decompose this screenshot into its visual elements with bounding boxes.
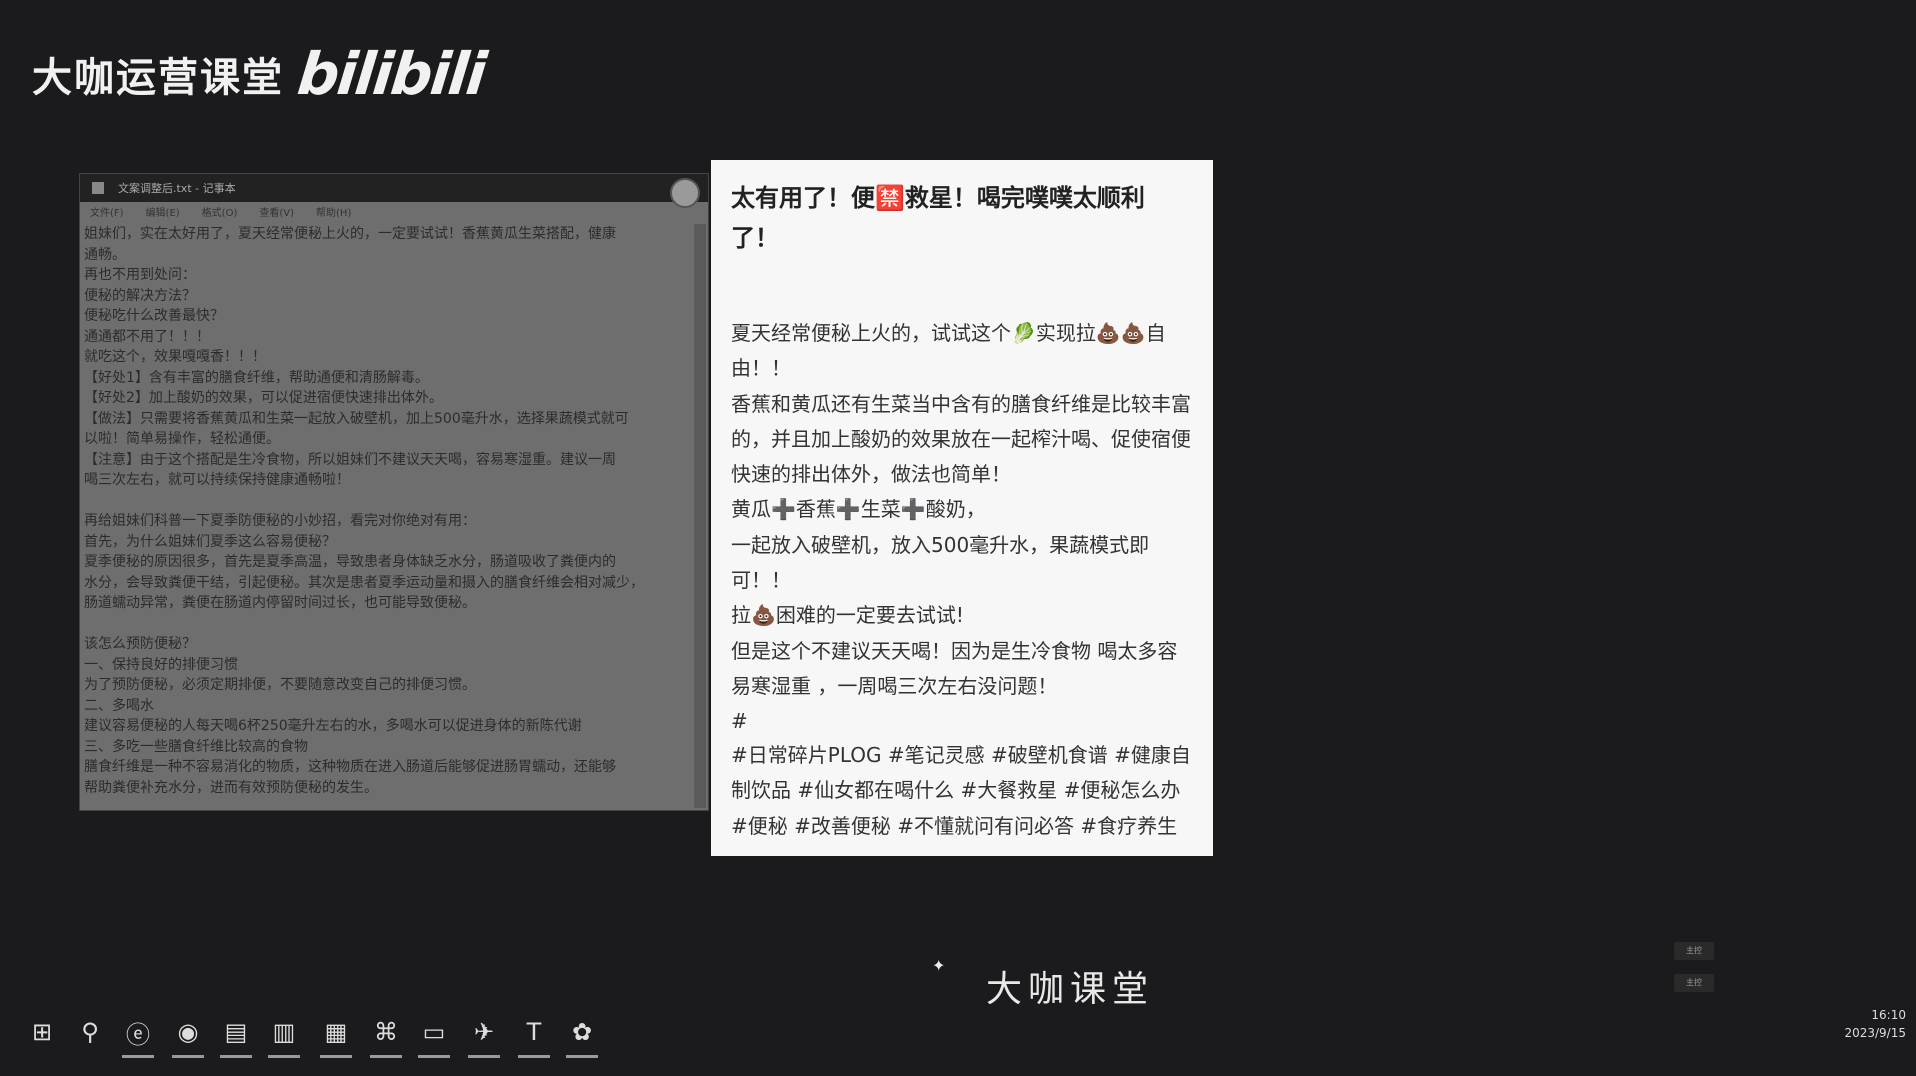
menu-edit[interactable]: 编辑(E) <box>146 204 180 222</box>
file-explorer-icon[interactable]: ▭ <box>414 1012 454 1058</box>
notepad-line: 姐妹们，实在太好用了，夏天经常便秘上火的，一定要试试！香蕉黄瓜生菜搭配，健康 <box>84 226 616 242</box>
notepad-line: 喝三次左右，就可以持续保持健康通畅啦！ <box>84 472 350 488</box>
notepad-scrollbar[interactable] <box>694 224 706 808</box>
notepad-line: 膳食纤维是一种不容易消化的物质，这种物质在进入肠道后能够促进肠胃蠕动，还能够 <box>84 759 616 775</box>
menu-help[interactable]: 帮助(H) <box>316 204 351 222</box>
menu-file[interactable]: 文件(F) <box>90 204 124 222</box>
post-tags[interactable]: #日常碎片PLOG #笔记灵感 #破壁机食谱 #健康自制饮品 #仙女都在喝什么 … <box>731 738 1193 844</box>
post-paragraph: 香蕉和黄瓜还有生菜当中含有的膳食纤维是比较丰富的，并且加上酸奶的效果放在一起榨汁… <box>731 391 1191 487</box>
notepad-line: 帮助粪便补充水分，进而有效预防便秘的发生。 <box>84 779 378 796</box>
sparkle-icon: ✦ <box>932 956 946 975</box>
float-label-1[interactable]: 主控 <box>1674 942 1714 960</box>
post-paragraph: 一起放入破壁机，放入500毫升水，果蔬模式即可！！ <box>731 532 1150 593</box>
app-icon-11[interactable]: ✿ <box>562 1012 602 1058</box>
notepad-line <box>84 491 684 512</box>
active-indicator <box>468 1055 500 1058</box>
post-paragraph: 但是这个不建议天天喝！因为是生冷食物 喝太多容易寒湿重 ，一周喝三次左右没问题！ <box>731 638 1178 698</box>
notepad-line: 三、多吃一些膳食纤维比较高的食物 <box>84 738 308 755</box>
post-card: 太有用了！便🈲救星！喝完噗噗太顺利了！ 夏天经常便秘上火的，试试这个🥬实现拉💩💩… <box>711 160 1213 856</box>
notepad-line: 建议容易便秘的人每天喝6杯250毫升左右的水，多喝水可以促进身体的新陈代谢 <box>84 718 582 734</box>
notepad-line: 以啦！简单易操作，轻松通便。 <box>84 431 280 447</box>
chrome-icon[interactable]: ◉ <box>168 1012 208 1058</box>
post-paragraph: 拉💩困难的一定要去试试! <box>731 603 964 628</box>
notepad-line: 便秘的解决方法？ <box>84 287 196 304</box>
notepad-line: 水分，会导致粪便干结，引起便秘。其次是患者夏季运动量和摄入的膳食纤维会相对减少， <box>84 574 644 591</box>
notepad-line: 该怎么预防便秘？ <box>84 636 196 652</box>
notepad-line: 一、保持良好的排便习惯 <box>84 656 238 673</box>
active-indicator <box>370 1055 402 1058</box>
notepad-line: 就吃这个，效果嘎嘎香！！！ <box>84 349 266 365</box>
post-paragraph: 夏天经常便秘上火的，试试这个🥬实现拉💩💩自由！！ <box>731 321 1166 381</box>
windows-start-icon[interactable]: ⊞ <box>22 1012 62 1052</box>
search-icon[interactable]: ⚲ <box>70 1012 110 1052</box>
menu-format[interactable]: 格式(O) <box>202 204 238 222</box>
notepad-line: 【做法】只需要将香蕉黄瓜和生菜一起放入破壁机，加上500毫升水，选择果蔬模式就可 <box>84 410 629 427</box>
active-indicator <box>122 1055 154 1058</box>
notepad-line: 【好处1】含有丰富的膳食纤维，帮助通便和清肠解毒。 <box>84 369 429 386</box>
notepad-line: 再给姐妹们科普一下夏季防便秘的小妙招，看完对你绝对有用： <box>84 513 476 529</box>
notepad-line: 【好处2】加上酸奶的效果，可以促进宿便快速排出体外。 <box>84 390 443 406</box>
brand-watermark: 大咖运营课堂 bilibili <box>32 40 488 108</box>
app-icon-7[interactable]: ⌘ <box>366 1012 406 1058</box>
post-paragraph: # <box>731 709 748 734</box>
notepad-line: 再也不用到处问： <box>84 267 196 283</box>
notepad-icon <box>92 182 104 194</box>
notepad-menubar: 文件(F) 编辑(E) 格式(O) 查看(V) 帮助(H) <box>82 204 702 222</box>
float-label-2[interactable]: 主控 <box>1674 974 1714 992</box>
notepad-line: 通畅。 <box>84 246 126 263</box>
notepad-line: 二、多喝水 <box>84 697 154 714</box>
active-indicator <box>418 1055 450 1058</box>
notepad-line: 首先，为什么姐妹们夏季这么容易便秘？ <box>84 533 336 550</box>
post-title: 太有用了！便🈲救星！喝完噗噗太顺利了！ <box>731 184 1145 252</box>
app-icon-4[interactable]: ▤ <box>216 1012 256 1058</box>
post-paragraph: 黄瓜➕香蕉➕生菜➕酸奶， <box>731 497 986 522</box>
active-indicator <box>172 1055 204 1058</box>
notepad-line <box>84 614 684 635</box>
notepad-line: 为了预防便秘，必须定期排便，不要随意改变自己的排便习惯。 <box>84 677 476 693</box>
active-indicator <box>220 1055 252 1058</box>
edge-icon[interactable]: ⓔ <box>118 1012 158 1058</box>
bilibili-logo: bilibili <box>294 40 488 108</box>
app-icon-6[interactable]: ▦ <box>316 1012 356 1058</box>
notepad-line: 便秘吃什么改善最快？ <box>84 308 224 324</box>
notepad-line: 肠道蠕动异常，粪便在肠道内停留时间过长，也可能导致便秘。 <box>84 595 476 611</box>
active-indicator <box>320 1055 352 1058</box>
notepad-line: 通通都不用了！！！ <box>84 328 210 345</box>
notepad-text-area[interactable]: 姐妹们，实在太好用了，夏天经常便秘上火的，一定要试试！香蕉黄瓜生菜搭配，健康 通畅… <box>84 224 684 804</box>
notepad-titlebar[interactable]: 文案调整后.txt - 记事本 <box>80 174 708 202</box>
feishu-icon[interactable]: ✈ <box>464 1012 504 1058</box>
post-body: 夏天经常便秘上火的，试试这个🥬实现拉💩💩自由！！ 香蕉和黄瓜还有生菜当中含有的膳食… <box>731 316 1193 740</box>
text-app-icon[interactable]: T <box>514 1012 554 1058</box>
active-indicator <box>566 1055 598 1058</box>
system-clock[interactable]: 16:10 2023/9/15 <box>1844 1006 1906 1042</box>
active-indicator <box>268 1055 300 1058</box>
menu-view[interactable]: 查看(V) <box>259 204 294 222</box>
app-icon-5[interactable]: ▥ <box>264 1012 304 1058</box>
brand-name: 大咖运营课堂 <box>32 55 284 101</box>
clock-date: 2023/9/15 <box>1844 1026 1906 1040</box>
notepad-line: 【注意】由于这个搭配是生冷食物，所以姐妹们不建议天天喝，容易寒湿重。建议一周 <box>84 451 616 468</box>
notepad-title: 文案调整后.txt - 记事本 <box>118 182 236 195</box>
active-indicator <box>518 1055 550 1058</box>
notepad-line: 夏季便秘的原因很多，首先是夏季高温，导致患者身体缺乏水分，肠道吸收了粪便内的 <box>84 554 616 570</box>
clock-time: 16:10 <box>1871 1008 1906 1022</box>
